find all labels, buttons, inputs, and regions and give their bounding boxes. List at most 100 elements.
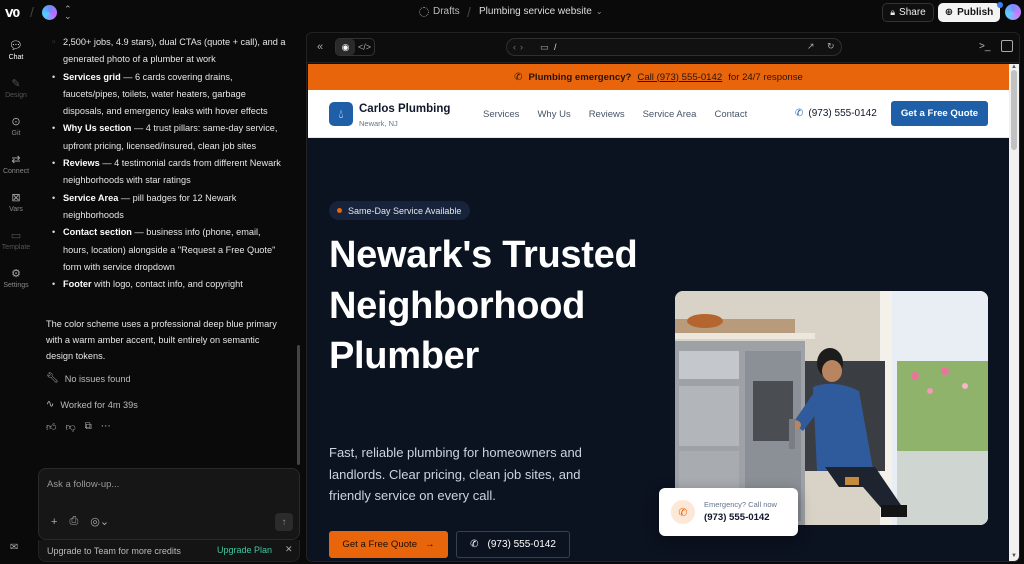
lock-icon: 🔒︎	[890, 7, 896, 17]
share-label: Share	[899, 7, 926, 18]
rail-label: Settings	[3, 282, 29, 289]
emergency-card[interactable]: ✆ Emergency? Call now (973) 555-0142	[659, 488, 798, 536]
badge-dot	[337, 208, 342, 213]
alert-call-link[interactable]: Call (973) 555-0142	[637, 72, 722, 83]
nav-arrows-icon[interactable]: ‹›	[513, 42, 527, 52]
worked-for-row[interactable]: ∿ Worked for 4m 39s	[46, 399, 138, 410]
rail-item-chat[interactable]: 💬︎ Chat	[0, 40, 32, 61]
bullet-title: Contact section	[63, 227, 132, 238]
publish-button[interactable]: ⊕ Publish	[938, 3, 1000, 22]
assistant-message: • 2,500+ jobs, 4.9 stars), dual CTAs (qu…	[46, 34, 286, 294]
rail-item-vars[interactable]: ⊠ Vars	[0, 192, 32, 213]
template-icon: ▭	[10, 230, 22, 242]
nav-link-reviews[interactable]: Reviews	[589, 109, 625, 120]
eye-icon[interactable]: ◉	[336, 39, 355, 55]
vars-icon: ⊠	[11, 192, 21, 204]
cta-secondary-label: (973) 555-0142	[487, 539, 556, 550]
brand-name[interactable]: Carlos Plumbing	[359, 103, 450, 115]
preview-scrollbar[interactable]: ▲ ▼	[1009, 64, 1019, 561]
intro-text: 2,500+ jobs, 4.9 stars), dual CTAs (quot…	[63, 37, 286, 65]
upgrade-banner: Upgrade to Team for more credits Upgrade…	[38, 540, 300, 562]
thumbs-up-icon[interactable]: 👍︎	[46, 421, 56, 433]
intro-line: • 2,500+ jobs, 4.9 stars), dual CTAs (qu…	[46, 34, 286, 69]
chat-scrollbar[interactable]	[297, 345, 300, 465]
terminal-icon[interactable]: >_	[979, 41, 990, 52]
list-item: Service Area — pill badges for 12 Newark…	[46, 190, 286, 225]
emergency-label: Emergency? Call now	[704, 500, 777, 509]
close-icon[interactable]: ✕	[285, 544, 293, 555]
send-button[interactable]: ↑	[275, 513, 293, 531]
image-icon[interactable]: ⎙	[69, 515, 78, 528]
rail-item-git[interactable]: ⊙ Git	[0, 116, 32, 137]
hero-title: Newark's Trusted Neighborhood Plumber	[329, 234, 638, 377]
scroll-thumb[interactable]	[1011, 70, 1017, 150]
hero-quote-button[interactable]: Get a Free Quote →	[329, 531, 448, 558]
mail-icon[interactable]: ✉	[10, 542, 18, 553]
thumbs-down-icon[interactable]: 👎︎	[65, 421, 75, 433]
bullet-title: Footer	[63, 279, 92, 290]
rail-label: Template	[1, 244, 31, 251]
model-selector-icon[interactable]: ◎⌄	[90, 515, 109, 528]
preview-panel: « ◉ </> ‹› ▭ / ↗ ↻ >_ ✆ Plumbing emergen…	[306, 32, 1020, 562]
rail-label: Vars	[9, 206, 23, 213]
alert-suffix: for 24/7 response	[728, 71, 803, 83]
rail-item-design[interactable]: ✎ Design	[0, 78, 32, 99]
device-icon[interactable]: ▭	[540, 42, 549, 53]
collapse-icon[interactable]: «	[317, 41, 323, 53]
bullet-title: Reviews	[63, 158, 100, 169]
rail-item-settings[interactable]: ⚙ Settings	[0, 268, 32, 289]
follow-up-input[interactable]: Ask a follow-up...	[47, 479, 119, 490]
nav-phone-link[interactable]: ✆ (973) 555-0142	[795, 108, 877, 119]
scroll-down-icon[interactable]: ▼	[1011, 553, 1017, 559]
activity-icon: ∿	[46, 399, 55, 410]
separator: /	[30, 4, 34, 20]
brand-location: Newark, NJ	[359, 119, 398, 128]
nav-quote-button[interactable]: Get a Free Quote	[891, 101, 988, 126]
water-drop-icon[interactable]: 💧︎	[329, 102, 353, 126]
chevron-down-icon: ⌄	[595, 7, 603, 16]
nav-link-why-us[interactable]: Why Us	[537, 109, 570, 120]
settings-icon: ⚙	[11, 268, 21, 280]
drafts-icon	[419, 6, 429, 17]
chevron-updown-icon[interactable]: ⌃ ⌄	[64, 5, 72, 21]
top-bar: V0 / ⌃ ⌄ Drafts / Plumbing service websit…	[0, 0, 1024, 26]
worked-for-label: Worked for 4m 39s	[60, 399, 138, 410]
phone-icon: ✆	[514, 71, 523, 83]
user-avatar[interactable]	[1005, 4, 1021, 20]
url-bar[interactable]: ‹› ▭ / ↗ ↻	[506, 38, 842, 56]
project-name-dropdown[interactable]: Plumbing service website ⌄	[479, 6, 603, 17]
plus-icon[interactable]: +	[51, 516, 57, 528]
upgrade-plan-link[interactable]: Upgrade Plan	[217, 545, 272, 555]
rail-item-template[interactable]: ▭ Template	[0, 230, 32, 251]
v0-logo[interactable]: V0	[5, 7, 20, 20]
nav-link-services[interactable]: Services	[483, 109, 519, 120]
phone-icon: ✆	[470, 539, 479, 550]
code-icon[interactable]: </>	[355, 39, 374, 55]
bullet-title: Service Area	[63, 192, 119, 203]
reload-icon[interactable]: ↻	[827, 41, 835, 52]
external-link-icon[interactable]: ↗	[807, 41, 815, 52]
rail-item-connect[interactable]: ⇄ Connect	[0, 154, 32, 175]
badge-label: Same-Day Service Available	[348, 205, 462, 216]
project-avatar[interactable]	[42, 5, 57, 20]
emergency-number: (973) 555-0142	[704, 512, 770, 523]
drafts-link[interactable]: Drafts	[419, 6, 460, 17]
nav-link-service-area[interactable]: Service Area	[643, 109, 697, 120]
no-issues-row[interactable]: 🔧︎ No issues found	[46, 373, 131, 384]
project-name: Plumbing service website	[479, 6, 592, 17]
preview-toolbar: « ◉ </> ‹› ▭ / ↗ ↻ >_	[307, 33, 1019, 63]
site-preview: ✆ Plumbing emergency? Call (973) 555-014…	[308, 64, 1009, 561]
rail-label: Git	[11, 130, 21, 137]
chat-composer: Ask a follow-up... + ⎙ ◎⌄ ↑	[38, 468, 300, 540]
phone-icon: ✆	[795, 108, 804, 119]
nav-link-contact[interactable]: Contact	[714, 109, 747, 120]
alert-label: Plumbing emergency?	[528, 71, 632, 83]
upgrade-text: Upgrade to Team for more credits	[47, 545, 181, 556]
more-icon[interactable]: ⋯	[101, 421, 111, 433]
panel-icon[interactable]	[1001, 40, 1013, 52]
summary-paragraph: The color scheme uses a professional dee…	[46, 319, 277, 361]
copy-icon[interactable]: ⧉	[85, 421, 92, 433]
share-button[interactable]: 🔒︎ Share	[882, 3, 934, 22]
hero-call-button[interactable]: ✆ (973) 555-0142	[456, 531, 570, 558]
design-icon: ✎	[11, 78, 21, 90]
